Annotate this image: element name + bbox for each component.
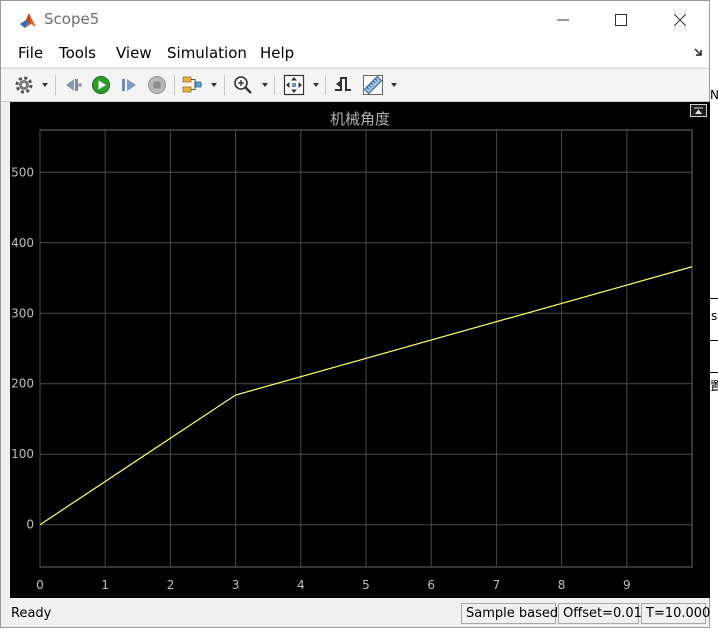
zoom-dropdown-caret[interactable] — [262, 83, 268, 87]
sample-mode-indicator: Sample based — [461, 603, 558, 624]
fit-to-view-icon — [283, 74, 305, 96]
background-text: N — [710, 88, 718, 102]
background-line — [709, 298, 718, 299]
minimize-button[interactable] — [551, 9, 575, 31]
x-tick-label: 1 — [101, 578, 109, 592]
step-back-icon — [66, 79, 82, 91]
x-tick-label: 9 — [623, 578, 631, 592]
toolbar-separator — [325, 75, 326, 95]
stop-button[interactable] — [147, 74, 167, 96]
step-forward-button[interactable] — [119, 74, 139, 96]
y-tick-label: 100 — [11, 447, 34, 461]
menu-help[interactable]: Help — [260, 44, 294, 62]
offset-indicator: Offset=0.01 — [558, 603, 642, 624]
x-tick-label: 2 — [167, 578, 175, 592]
background-line — [709, 372, 718, 373]
x-tick-label: 7 — [493, 578, 501, 592]
x-tick-label: 3 — [232, 578, 240, 592]
menu-bar: File Tools View Simulation Help — [1, 39, 709, 67]
zoom-in-button[interactable] — [233, 74, 253, 96]
x-tick-label: 8 — [558, 578, 566, 592]
measurements-dropdown-caret[interactable] — [391, 83, 397, 87]
stop-icon — [148, 76, 166, 94]
close-icon — [674, 14, 686, 26]
toolbar-separator — [55, 75, 56, 95]
y-tick-label: 400 — [11, 236, 34, 250]
close-button[interactable] — [668, 9, 692, 31]
settings-button[interactable] — [14, 74, 34, 96]
menu-file[interactable]: File — [18, 44, 43, 62]
tick-labels: 0 1 2 3 4 5 6 7 8 9 0 100 200 300 400 500 — [11, 165, 631, 592]
x-tick-label: 5 — [362, 578, 370, 592]
step-back-button[interactable] — [64, 74, 84, 96]
measurements-button[interactable] — [362, 74, 384, 96]
dock-arrow-icon[interactable] — [693, 47, 703, 57]
highlight-signal-button[interactable] — [182, 74, 204, 96]
toolbar-separator — [174, 75, 175, 95]
y-tick-label: 500 — [11, 165, 34, 179]
scope-plot-area[interactable]: 机械角度 0 1 2 3 4 5 6 7 8 9 0 100 200 300 400 500 — [10, 102, 710, 598]
x-tick-label: 4 — [297, 578, 305, 592]
y-tick-label: 300 — [11, 306, 34, 320]
window-title: Scope5 — [44, 10, 100, 28]
settings-dropdown-caret[interactable] — [42, 83, 48, 87]
highlight-dropdown-caret[interactable] — [211, 83, 217, 87]
time-indicator: T=10.000 — [641, 603, 710, 624]
zoom-in-icon — [234, 76, 252, 94]
step-forward-icon — [122, 79, 136, 91]
run-icon — [92, 76, 110, 94]
settings-gear-icon — [15, 76, 33, 94]
triggers-icon — [335, 77, 351, 91]
measurements-icon — [363, 75, 383, 95]
x-tick-label: 0 — [36, 578, 44, 592]
toolbar-separator — [224, 75, 225, 95]
triggers-button[interactable] — [333, 74, 353, 96]
highlight-signal-icon — [182, 76, 202, 93]
toolbar — [1, 68, 709, 102]
line-chart[interactable]: 0 1 2 3 4 5 6 7 8 9 0 100 200 300 400 500 — [10, 102, 710, 598]
x-tick-label: 6 — [427, 578, 435, 592]
background-text: s — [711, 309, 718, 323]
background-line — [709, 340, 718, 341]
grid-lines — [39, 129, 693, 568]
menu-simulation[interactable]: Simulation — [167, 44, 247, 62]
fit-to-view-button[interactable] — [283, 74, 305, 96]
status-bar: Ready Sample based Offset=0.01 T=10.000 — [1, 601, 710, 627]
minimize-icon — [557, 19, 569, 21]
run-button[interactable] — [91, 74, 111, 96]
scope-window: Scope5 File Tools View Simulation Help 机… — [0, 0, 710, 628]
background-text: 置 — [710, 379, 718, 393]
maximize-button[interactable] — [609, 9, 633, 31]
y-tick-label: 0 — [26, 518, 34, 532]
menu-view[interactable]: View — [116, 44, 152, 62]
y-tick-label: 200 — [11, 377, 34, 391]
status-ready-text: Ready — [11, 606, 52, 621]
title-bar[interactable]: Scope5 — [1, 1, 709, 39]
menu-tools[interactable]: Tools — [59, 44, 96, 62]
matlab-logo-icon — [20, 13, 36, 28]
toolbar-separator — [274, 75, 275, 95]
maximize-icon — [615, 14, 627, 26]
fit-dropdown-caret[interactable] — [313, 83, 319, 87]
